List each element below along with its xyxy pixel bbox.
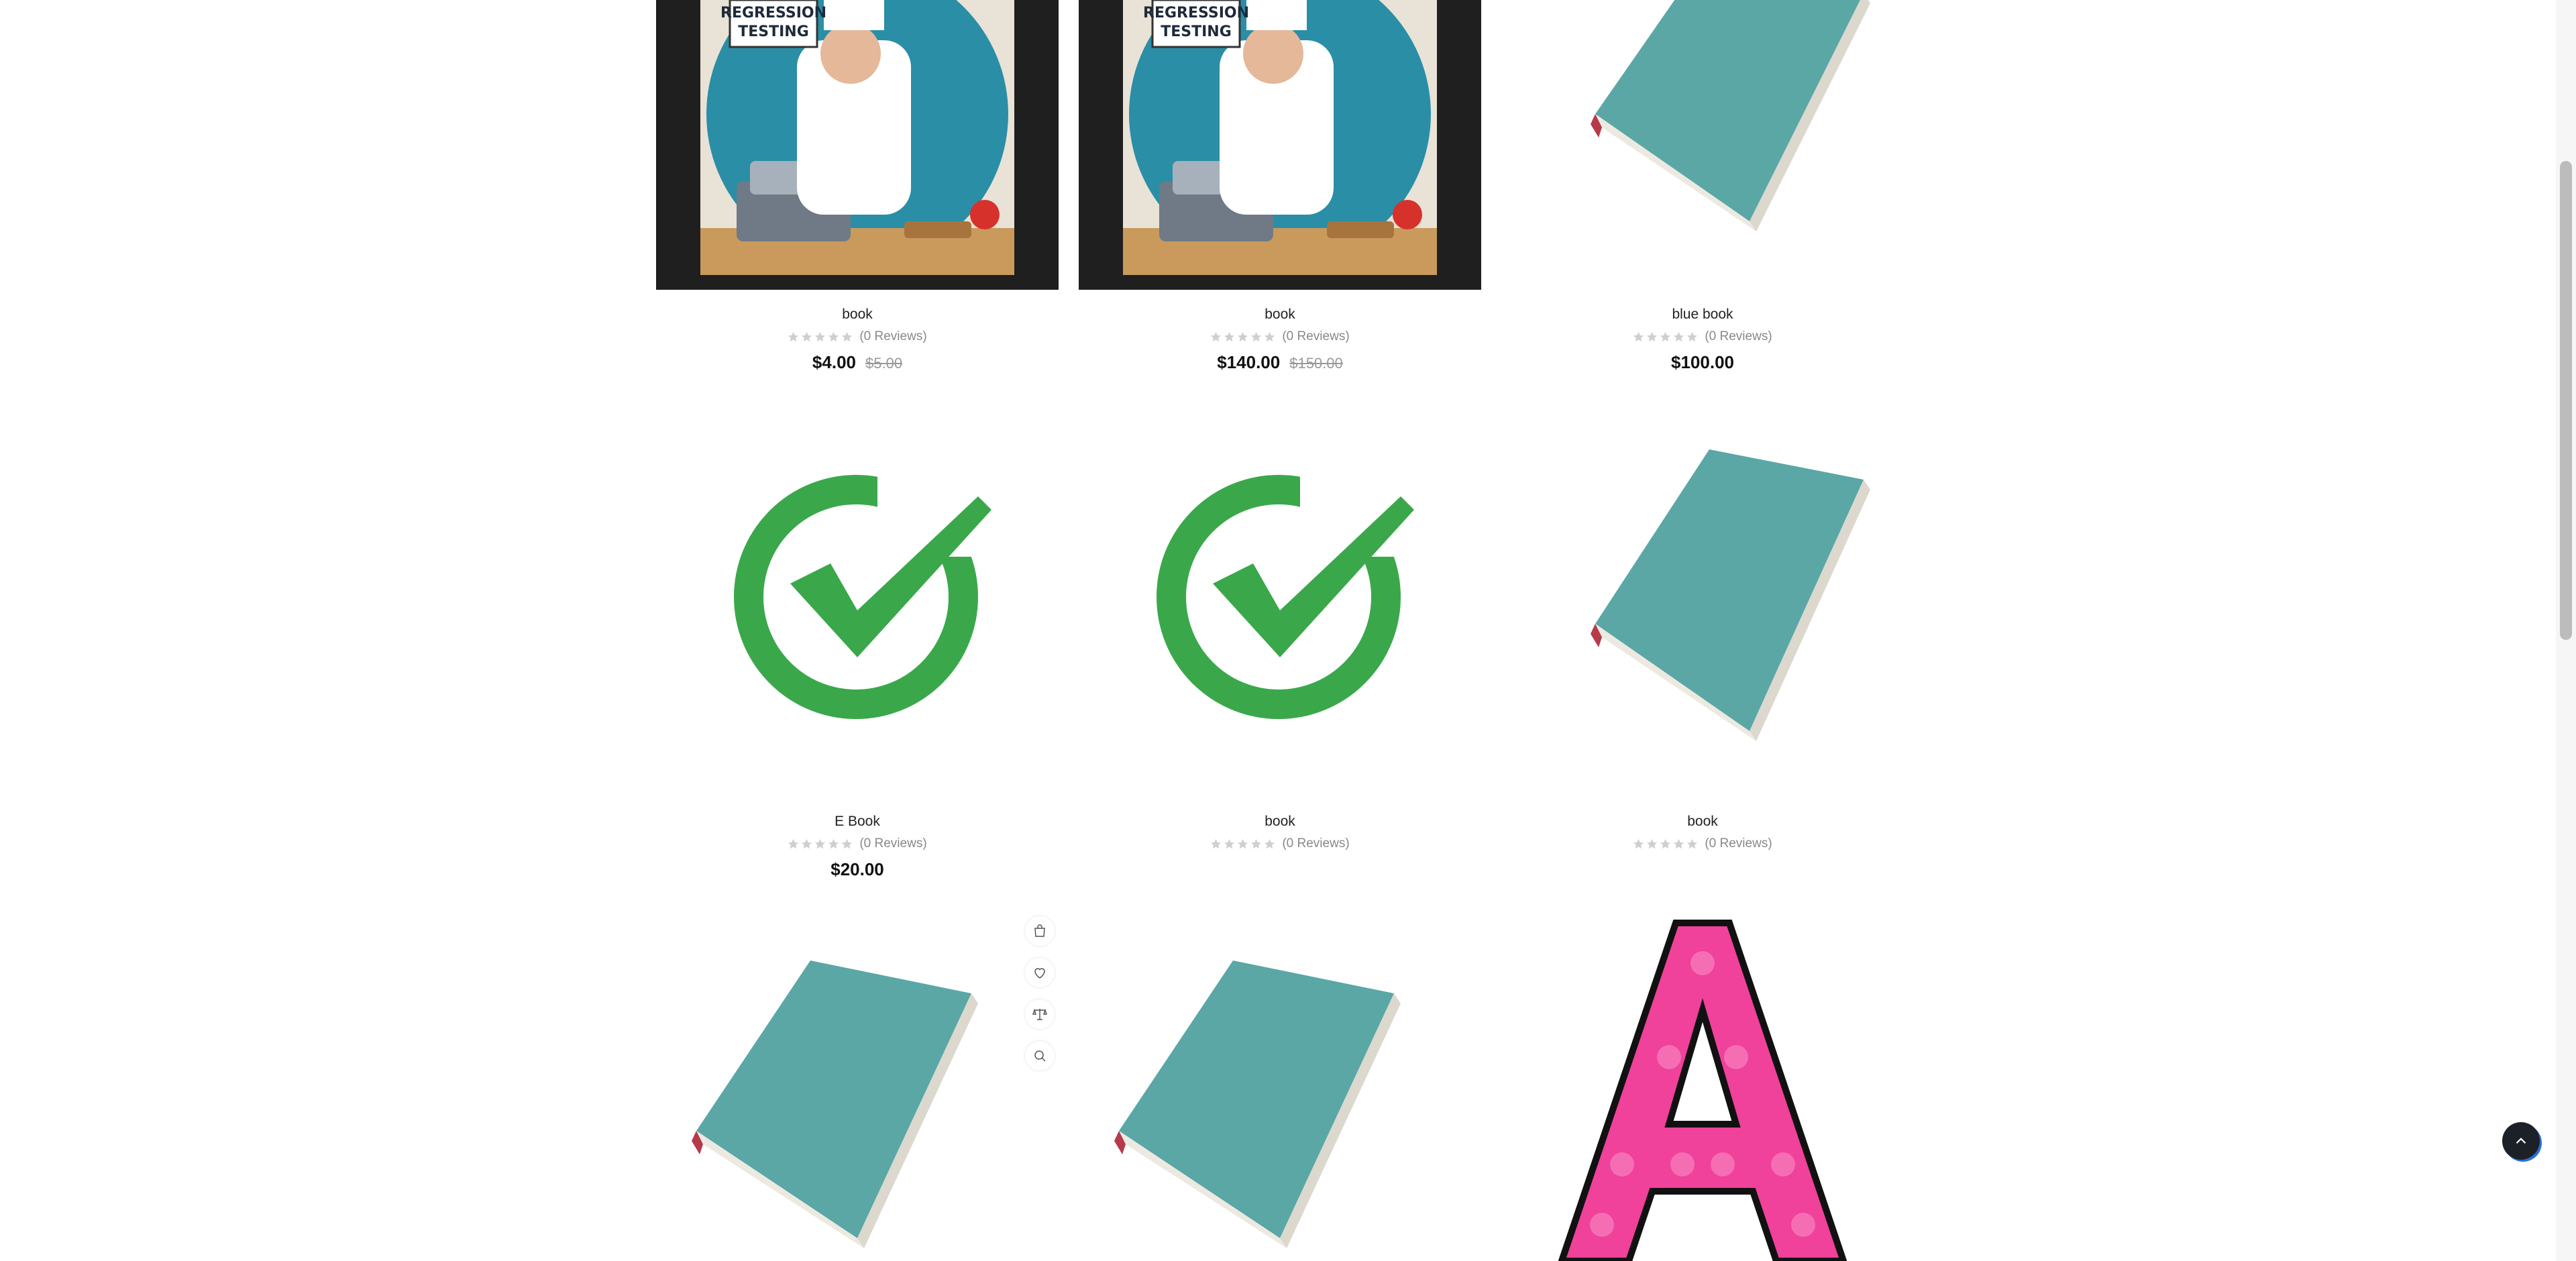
compare-button[interactable] xyxy=(1025,999,1055,1029)
product-info: book (0 Reviews) $140.00 $150.00 xyxy=(1079,306,1481,374)
product-info: book (0 Reviews) $4.00 $5.00 xyxy=(656,306,1059,374)
rating-stars xyxy=(1210,838,1275,850)
current-price: $140.00 xyxy=(1217,352,1281,372)
review-count: (0 Reviews) xyxy=(859,329,927,343)
product-grid: REGRESSION TESTING book (0 Reviews) $4.0… xyxy=(656,0,1870,1261)
product-image-teal-book[interactable] xyxy=(1079,910,1481,1261)
star-icon xyxy=(1224,838,1235,848)
star-icon xyxy=(1238,838,1248,848)
rating-stars xyxy=(788,331,853,343)
review-count: (0 Reviews) xyxy=(859,836,927,851)
product-image-green-check[interactable] xyxy=(656,402,1059,805)
star-icon xyxy=(815,331,826,341)
star-icon xyxy=(1660,838,1671,848)
review-count: (0 Reviews) xyxy=(1705,836,1772,851)
star-icon xyxy=(1674,838,1684,848)
star-icon xyxy=(802,838,812,848)
product-price: $100.00 xyxy=(1501,351,1904,373)
rating-stars xyxy=(1210,331,1275,343)
star-icon xyxy=(1687,838,1698,848)
product-image-pink-letter-a[interactable] xyxy=(1501,910,1904,1261)
current-price: $4.00 xyxy=(812,352,856,372)
old-price: $5.00 xyxy=(865,355,903,372)
product-title[interactable]: book xyxy=(1501,813,1904,830)
product-rating: (0 Reviews) xyxy=(1079,329,1481,345)
product-image-regression-testing[interactable]: REGRESSION TESTING xyxy=(1079,0,1481,290)
rating-stars xyxy=(788,838,853,850)
product-info: blue book (0 Reviews) $100.00 xyxy=(1501,306,1904,373)
star-icon xyxy=(1211,838,1222,848)
compare-icon xyxy=(1032,1008,1048,1020)
page-scrollbar[interactable] xyxy=(2556,0,2576,1261)
star-icon xyxy=(1251,838,1262,848)
old-price: $150.00 xyxy=(1289,355,1343,372)
heart-icon xyxy=(1034,968,1045,979)
product-info: book (0 Reviews) xyxy=(1079,813,1481,852)
product-image-teal-book[interactable] xyxy=(1501,0,1904,290)
review-count: (0 Reviews) xyxy=(1705,329,1772,343)
poster-sign-line2: TESTING xyxy=(1161,23,1232,40)
poster-sign-line1: REGRESSION xyxy=(1143,5,1249,21)
star-icon xyxy=(788,331,799,341)
star-icon xyxy=(815,838,826,848)
product-rating: (0 Reviews) xyxy=(656,836,1059,852)
current-price: $20.00 xyxy=(830,859,884,879)
product-title[interactable]: book xyxy=(1079,813,1481,830)
add-to-cart-button[interactable] xyxy=(1025,916,1055,946)
star-icon xyxy=(1647,331,1658,341)
scroll-to-top-button[interactable] xyxy=(2502,1122,2540,1160)
star-icon xyxy=(1647,838,1658,848)
quick-view-button[interactable] xyxy=(1025,1041,1055,1071)
star-icon xyxy=(1265,838,1275,848)
poster-sign-line2: TESTING xyxy=(738,23,809,40)
poster-sign-line1: REGRESSION xyxy=(720,5,826,21)
scrollbar-thumb[interactable] xyxy=(2560,161,2572,640)
product-rating: (0 Reviews) xyxy=(1079,836,1481,852)
product-price: $140.00 $150.00 xyxy=(1079,351,1481,374)
star-icon xyxy=(828,331,839,341)
star-icon xyxy=(1660,331,1671,341)
product-image-regression-testing[interactable]: REGRESSION TESTING xyxy=(656,0,1059,290)
product-title[interactable]: E Book xyxy=(656,813,1059,830)
star-icon xyxy=(1238,331,1248,341)
star-icon xyxy=(1687,331,1698,341)
star-icon xyxy=(1265,331,1275,341)
star-icon xyxy=(788,838,799,848)
product-image-teal-book[interactable] xyxy=(656,910,1059,1261)
cart-icon xyxy=(1034,924,1045,937)
zoom-icon xyxy=(1034,1050,1046,1062)
product-price: $20.00 xyxy=(656,859,1059,880)
product-image-teal-book[interactable] xyxy=(1501,402,1904,805)
rating-stars xyxy=(1633,838,1698,850)
chevron-up-icon xyxy=(2516,1138,2526,1144)
star-icon xyxy=(1633,838,1644,848)
review-count: (0 Reviews) xyxy=(1282,836,1350,851)
star-icon xyxy=(842,331,853,341)
product-info: E Book (0 Reviews) $20.00 xyxy=(656,813,1059,880)
product-title[interactable]: blue book xyxy=(1501,306,1904,323)
product-title[interactable]: book xyxy=(656,306,1059,323)
product-rating: (0 Reviews) xyxy=(1501,329,1904,345)
rating-stars xyxy=(1633,331,1698,343)
star-icon xyxy=(1211,331,1222,341)
star-icon xyxy=(1633,331,1644,341)
product-rating: (0 Reviews) xyxy=(656,329,1059,345)
product-title[interactable]: book xyxy=(1079,306,1481,323)
product-image-green-check[interactable] xyxy=(1079,402,1481,805)
hover-actions xyxy=(1025,916,1055,1071)
review-count: (0 Reviews) xyxy=(1282,329,1350,343)
star-icon xyxy=(1251,331,1262,341)
product-price: $4.00 $5.00 xyxy=(656,351,1059,374)
product-info: book (0 Reviews) xyxy=(1501,813,1904,852)
current-price: $100.00 xyxy=(1671,352,1734,372)
star-icon xyxy=(802,331,812,341)
wishlist-button[interactable] xyxy=(1025,958,1055,987)
star-icon xyxy=(842,838,853,848)
star-icon xyxy=(1224,331,1235,341)
star-icon xyxy=(1674,331,1684,341)
product-rating: (0 Reviews) xyxy=(1501,836,1904,852)
star-icon xyxy=(828,838,839,848)
